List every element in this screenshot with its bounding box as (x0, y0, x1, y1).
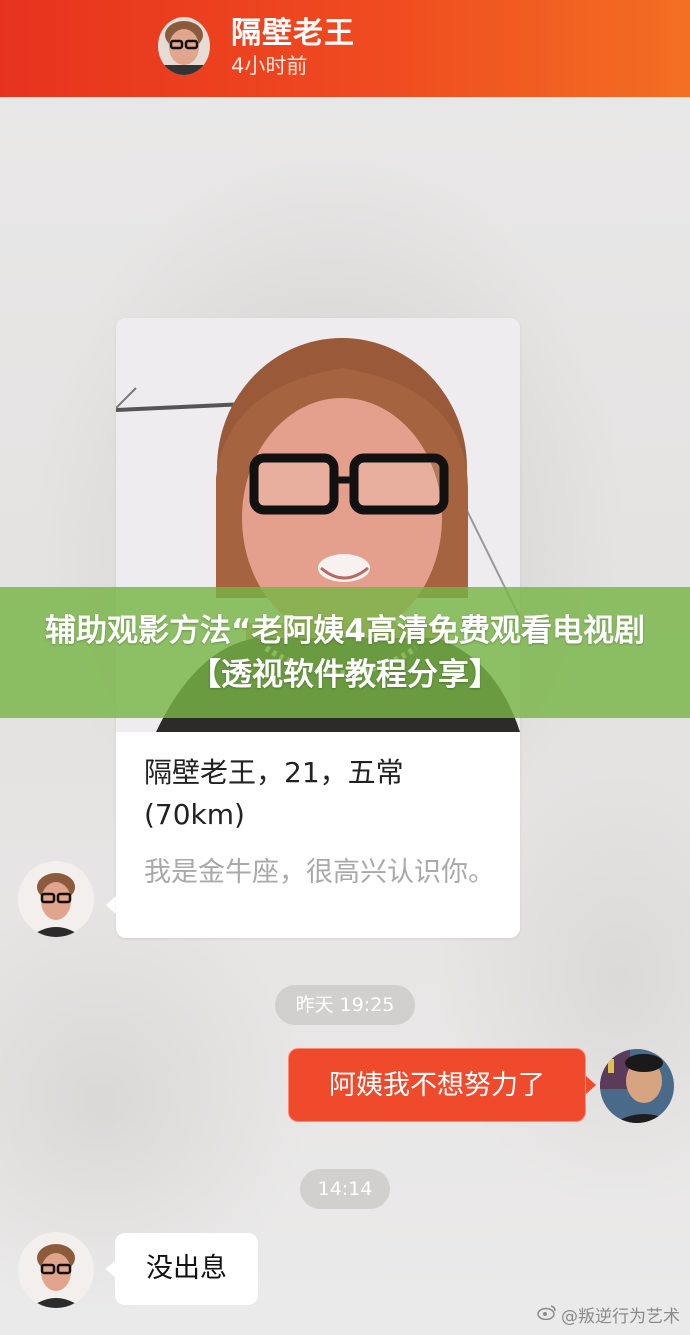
sent-message-bubble[interactable]: 阿姨我不想努力了 (288, 1048, 586, 1122)
banner-text: 辅助观影方法“老阿姨4高清免费观看电视剧【透视软件教程分享】 (45, 612, 645, 693)
watermark: @叛逆行为艺术 (537, 1302, 680, 1327)
sent-bubble-tail (586, 1076, 596, 1094)
contact-avatar-left[interactable] (18, 861, 94, 937)
profile-bio: 我是金牛座，很高兴认识你。 (144, 857, 495, 888)
watermark-text: @叛逆行为艺术 (561, 1307, 680, 1327)
profile-title: 隔壁老王，21，五常(70km) (144, 756, 404, 831)
contact-name: 隔壁老王 (231, 16, 355, 51)
received-message-bubble[interactable]: 没出息 (115, 1233, 258, 1305)
weibo-icon (537, 1304, 557, 1325)
my-avatar[interactable] (600, 1049, 674, 1123)
chat-header: 隔壁老王 4小时前 (0, 0, 690, 97)
contact-avatar-left[interactable] (18, 1232, 94, 1308)
profile-info: 隔壁老王，21，五常(70km) 我是金牛座，很高兴认识你。 (144, 752, 500, 894)
timestamp-pill: 14:14 (300, 1169, 390, 1209)
overlay-banner: 辅助观影方法“老阿姨4高清免费观看电视剧【透视软件教程分享】 (0, 587, 690, 718)
timestamp-pill: 昨天 19:25 (275, 985, 415, 1025)
last-seen-time: 4小时前 (231, 54, 308, 78)
contact-avatar[interactable] (158, 17, 210, 75)
